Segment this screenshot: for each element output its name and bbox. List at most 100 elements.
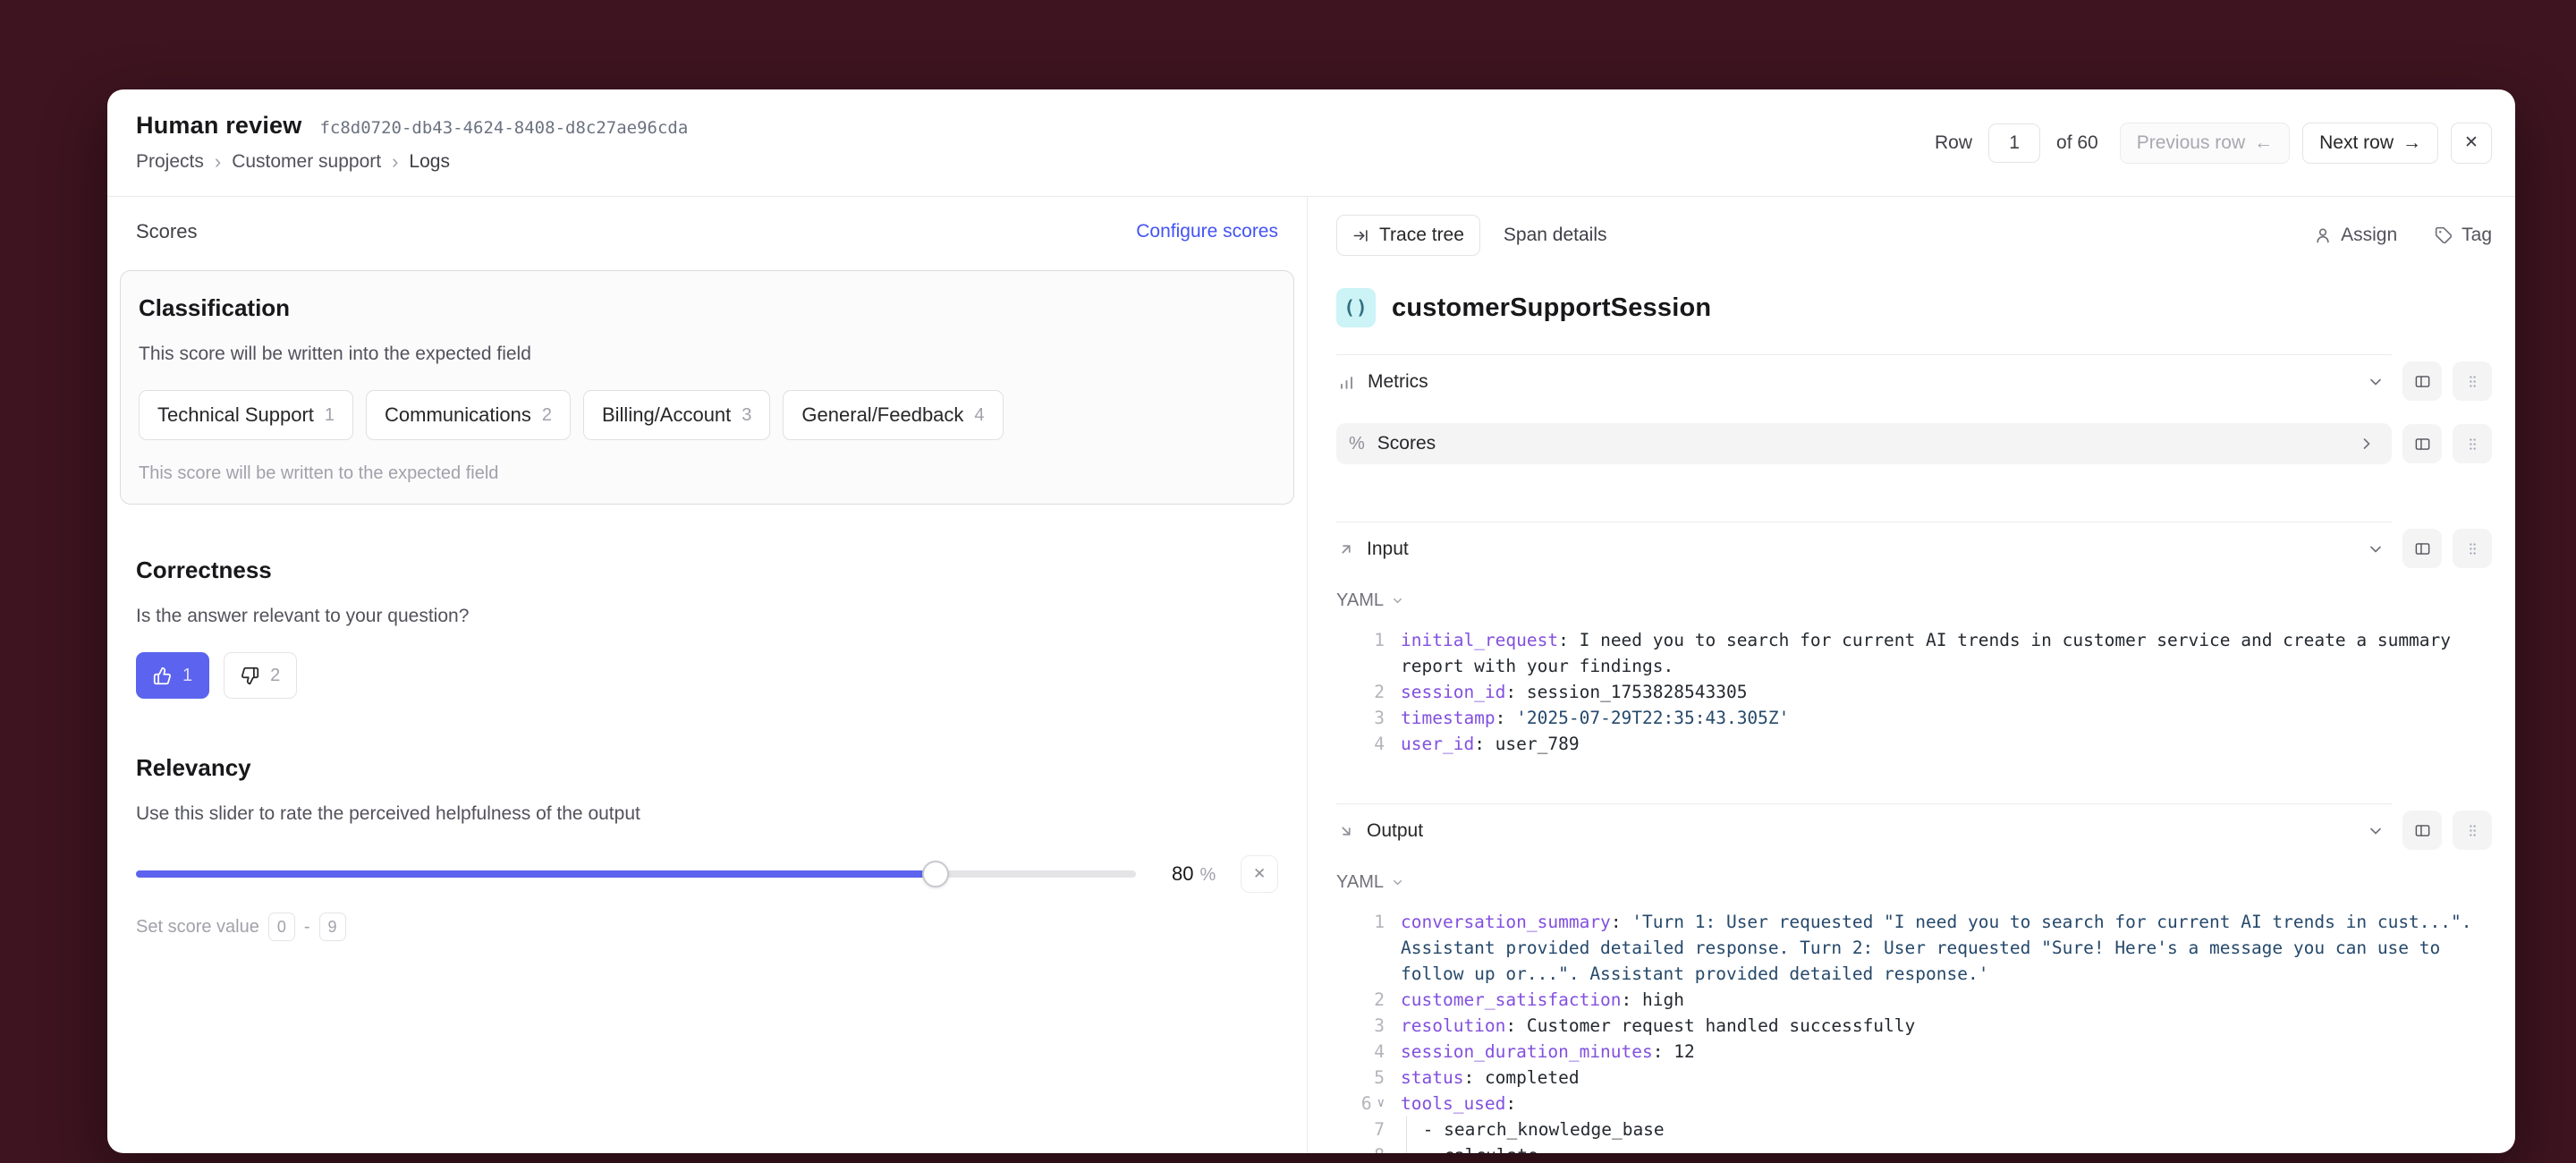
code-line: 2customer_satisfaction: high: [1336, 987, 2492, 1013]
code-line: 2session_id: session_1753828543305: [1336, 679, 2492, 705]
line-number-gutter: 6∨: [1336, 1091, 1388, 1116]
drag-handle-button[interactable]: [2453, 811, 2492, 850]
code-text: customer_satisfaction: high: [1388, 987, 2492, 1013]
thumbs-up-shortcut: 1: [182, 666, 192, 686]
previous-row-button[interactable]: Previous row ←: [2120, 123, 2290, 164]
option-technical-support-button[interactable]: Technical Support 1: [139, 390, 353, 440]
chevron-down-icon[interactable]: [2367, 373, 2385, 391]
output-label: Output: [1367, 820, 1423, 842]
clear-score-button[interactable]: ✕: [1241, 855, 1278, 893]
arrow-left-icon: ←: [2254, 132, 2273, 154]
chevron-down-icon[interactable]: [2367, 540, 2385, 558]
arrow-right-to-line-icon: [1352, 227, 1369, 244]
span-scores-row[interactable]: % Scores: [1336, 423, 2392, 464]
range-max-badge: 9: [319, 913, 346, 941]
code-line: 3timestamp: '2025-07-29T22:35:43.305Z': [1336, 705, 2492, 731]
breadcrumb-logs[interactable]: Logs: [409, 151, 450, 173]
thumbs-down-button[interactable]: 2: [224, 652, 297, 699]
chevron-down-icon[interactable]: [2367, 822, 2385, 840]
next-row-button[interactable]: Next row →: [2302, 123, 2438, 164]
page-title: Human review: [136, 112, 301, 140]
tab-span-details[interactable]: Span details: [1504, 225, 1607, 246]
classification-description: This score will be written into the expe…: [139, 344, 1275, 365]
user-icon: [2314, 226, 2332, 244]
chevron-down-icon: [1391, 594, 1404, 607]
shortcut-badge: 2: [542, 405, 552, 426]
title-row: Human review fc8d0720-db43-4624-8408-d8c…: [136, 112, 688, 140]
line-number: 2: [1374, 987, 1385, 1013]
output-row[interactable]: Output: [1336, 803, 2392, 853]
metrics-row[interactable]: Metrics: [1336, 354, 2392, 403]
code-text: timestamp: '2025-07-29T22:35:43.305Z': [1388, 705, 2492, 731]
drag-handle-button[interactable]: [2453, 424, 2492, 463]
metrics-label: Metrics: [1368, 371, 1428, 393]
metrics-section: Metrics: [1336, 354, 2492, 403]
line-number: 2: [1374, 679, 1385, 705]
close-icon: ✕: [2464, 132, 2479, 153]
header-left: Human review fc8d0720-db43-4624-8408-d8c…: [136, 112, 688, 174]
breadcrumb: Projects › Customer support › Logs: [136, 150, 688, 174]
line-number: 8: [1374, 1142, 1385, 1153]
thumbs-up-button[interactable]: 1: [136, 652, 209, 699]
slider-thumb[interactable]: [922, 861, 949, 887]
score-range-label: Set score value: [136, 917, 259, 938]
code-line: 5status: completed: [1336, 1065, 2492, 1091]
relevancy-slider[interactable]: [136, 861, 1136, 887]
relevancy-section: Relevancy Use this slider to rate the pe…: [107, 754, 1307, 941]
grip-dots-icon: [2465, 541, 2480, 556]
code-text: status: completed: [1388, 1065, 2492, 1091]
code-text: session_duration_minutes: 12: [1388, 1039, 2492, 1065]
arrow-down-right-icon: [1338, 823, 1354, 839]
line-number-gutter: 7: [1336, 1116, 1388, 1142]
option-communications-button[interactable]: Communications 2: [366, 390, 571, 440]
classification-options: Technical Support 1 Communications 2 Bil…: [139, 390, 1275, 440]
arrow-up-right-icon: [1338, 541, 1354, 557]
arrow-right-icon: →: [2402, 132, 2421, 154]
line-number-gutter: 2: [1336, 987, 1388, 1013]
code-text: conversation_summary: 'Turn 1: User requ…: [1388, 909, 2492, 987]
classification-footer: This score will be written to the expect…: [139, 463, 1275, 484]
drag-handle-button[interactable]: [2453, 529, 2492, 568]
panel-columns-icon: [2414, 373, 2431, 390]
output-section: Output: [1336, 803, 2492, 853]
bar-chart-icon: [1338, 374, 1355, 391]
option-general-feedback-button[interactable]: General/Feedback 4: [783, 390, 1003, 440]
line-number: 7: [1374, 1116, 1385, 1142]
grip-dots-icon: [2465, 437, 2480, 452]
output-format-select[interactable]: YAML: [1336, 872, 1404, 893]
input-code-block: 1initial_request: I need you to search f…: [1336, 627, 2492, 757]
open-in-panel-button[interactable]: [2402, 811, 2442, 850]
trace-tree-button[interactable]: Trace tree: [1336, 215, 1480, 256]
line-number: 3: [1374, 1013, 1385, 1039]
line-number-gutter: 2: [1336, 679, 1388, 705]
line-number: 4: [1374, 731, 1385, 757]
close-button[interactable]: ✕: [2451, 123, 2492, 164]
code-line: 6∨tools_used:: [1336, 1091, 2492, 1116]
thumbs-down-shortcut: 2: [270, 666, 280, 686]
input-format-select[interactable]: YAML: [1336, 590, 1404, 611]
open-in-panel-button[interactable]: [2402, 361, 2442, 401]
configure-scores-link[interactable]: Configure scores: [1136, 221, 1278, 242]
open-in-panel-button[interactable]: [2402, 424, 2442, 463]
grip-dots-icon: [2465, 374, 2480, 389]
line-number-gutter: 1: [1336, 909, 1388, 935]
panel-columns-icon: [2414, 540, 2431, 557]
slider-fill: [136, 870, 936, 878]
score-range-row: Set score value 0 - 9: [136, 913, 1278, 941]
drag-handle-button[interactable]: [2453, 361, 2492, 401]
shortcut-badge: 3: [741, 405, 751, 426]
line-number-gutter: 4: [1336, 1039, 1388, 1065]
open-in-panel-button[interactable]: [2402, 529, 2442, 568]
tag-button[interactable]: Tag: [2435, 225, 2492, 246]
fold-chevron-icon[interactable]: ∨: [1377, 1091, 1385, 1116]
assign-button[interactable]: Assign: [2314, 225, 2397, 246]
classification-card: Classification This score will be writte…: [120, 270, 1294, 505]
breadcrumb-projects[interactable]: Projects: [136, 151, 204, 173]
breadcrumb-customer-support[interactable]: Customer support: [232, 151, 381, 173]
row-number-input[interactable]: [1988, 123, 2040, 163]
option-billing-account-button[interactable]: Billing/Account 3: [583, 390, 770, 440]
relevancy-description: Use this slider to rate the perceived he…: [136, 803, 1278, 825]
thumbs-down-icon: [241, 666, 259, 685]
chevron-right-icon[interactable]: [2358, 435, 2376, 453]
input-row[interactable]: Input: [1336, 522, 2392, 571]
